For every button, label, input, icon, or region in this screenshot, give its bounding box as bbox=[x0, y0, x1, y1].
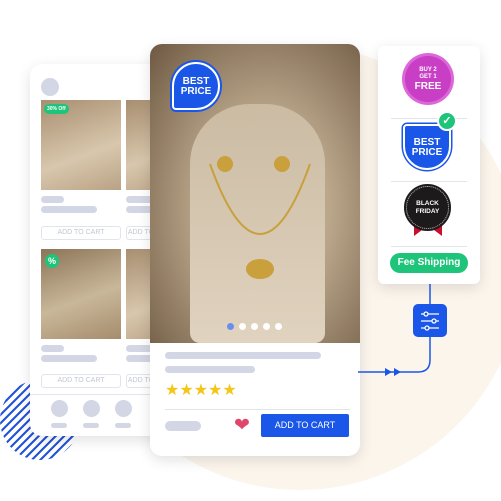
sliders-icon[interactable] bbox=[413, 304, 447, 337]
connector-line bbox=[358, 284, 431, 376]
